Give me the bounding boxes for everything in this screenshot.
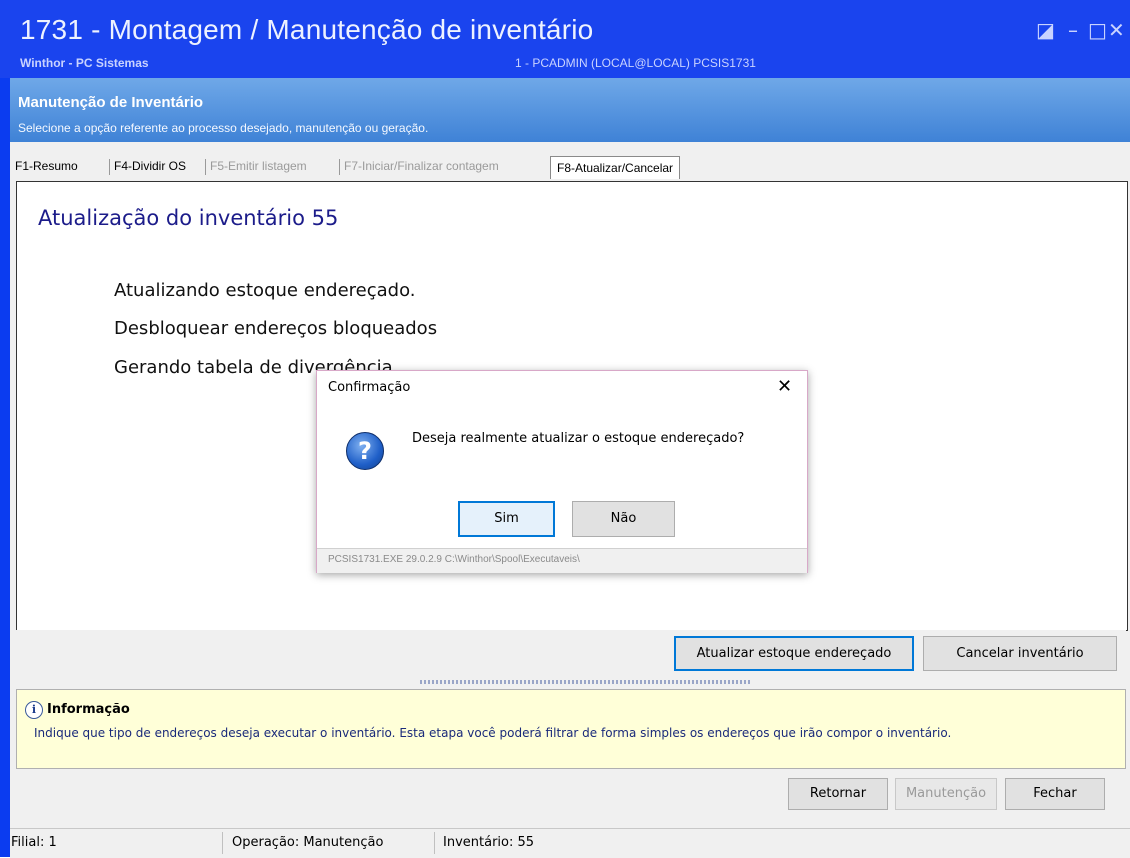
maintenance-button[interactable]: Manutenção	[895, 778, 997, 810]
section-title: Manutenção de Inventário	[18, 94, 204, 111]
close-button[interactable]: Fechar	[1005, 778, 1105, 810]
back-button[interactable]: Retornar	[788, 778, 888, 810]
info-box: i Informação Indique que tipo de endereç…	[16, 689, 1126, 769]
tab-strip: F1-Resumo F4-Dividir OS F5-Emitir listag…	[10, 156, 1130, 180]
info-icon: i	[25, 701, 43, 719]
status-bar: Filial: 1 Operação: Manutenção Inventári…	[10, 828, 1130, 858]
step-item: Desbloquear endereços bloqueados	[114, 318, 438, 339]
dialog-body: ? Deseja realmente atualizar o estoque e…	[317, 405, 807, 548]
step-item: Atualizando estoque endereçado.	[114, 280, 416, 301]
panel-title: Atualização do inventário 55	[38, 206, 339, 230]
action-bar: Atualizar estoque endereçado Cancelar in…	[16, 630, 1126, 676]
bottom-button-bar: Retornar Manutenção Fechar	[16, 770, 1126, 820]
dialog-title-bar[interactable]: Confirmação ✕	[317, 371, 807, 405]
window-title: 1731 - Montagem / Manutenção de inventár…	[20, 14, 594, 45]
confirmation-dialog: Confirmação ✕ ? Deseja realmente atualiz…	[316, 370, 808, 573]
info-text: Indique que tipo de endereços deseja exe…	[34, 726, 952, 740]
status-operation: Operação: Manutenção	[232, 835, 384, 850]
dialog-footer: PCSIS1731.EXE 29.0.2.9 C:\Winthor\Spool\…	[317, 548, 807, 573]
cancel-inventory-button[interactable]: Cancelar inventário	[923, 636, 1117, 671]
minimize-icon[interactable]: –	[1068, 18, 1078, 42]
status-inventory: Inventário: 55	[443, 835, 535, 850]
restore-icon[interactable]: ◪	[1036, 18, 1055, 42]
info-title: Informação	[47, 702, 130, 717]
no-button[interactable]: Não	[572, 501, 675, 537]
status-divider	[222, 832, 223, 854]
tab-emitir-listagem[interactable]: F5-Emitir listagem	[210, 159, 307, 173]
close-icon[interactable]: ✕	[1108, 18, 1125, 42]
dialog-title: Confirmação	[328, 380, 411, 395]
dialog-footer-text: PCSIS1731.EXE 29.0.2.9 C:\Winthor\Spool\…	[328, 554, 580, 565]
tab-divider	[339, 159, 340, 175]
dialog-close-icon[interactable]: ✕	[777, 376, 792, 397]
tab-resumo[interactable]: F1-Resumo	[15, 159, 78, 173]
tab-divider	[205, 159, 206, 175]
maximize-icon[interactable]: □	[1088, 18, 1107, 42]
session-info: 1 - PCADMIN (LOCAL@LOCAL) PCSIS1731	[515, 56, 756, 70]
tab-dividir-os[interactable]: F4-Dividir OS	[114, 159, 186, 173]
yes-button[interactable]: Sim	[458, 501, 555, 537]
question-icon: ?	[346, 432, 384, 470]
status-divider	[434, 832, 435, 854]
status-branch: Filial: 1	[11, 835, 57, 850]
splitter-handle[interactable]	[420, 680, 750, 684]
update-stock-button[interactable]: Atualizar estoque endereçado	[674, 636, 914, 671]
app-name: Winthor - PC Sistemas	[20, 56, 149, 70]
dialog-message: Deseja realmente atualizar o estoque end…	[412, 431, 745, 446]
tab-iniciar-finalizar[interactable]: F7-Iniciar/Finalizar contagem	[344, 159, 499, 173]
app-window: 1731 - Montagem / Manutenção de inventár…	[0, 0, 1130, 858]
section-header: Manutenção de Inventário Selecione a opç…	[10, 78, 1130, 142]
tab-atualizar-cancelar[interactable]: F8-Atualizar/Cancelar	[550, 156, 681, 179]
title-bar[interactable]: 1731 - Montagem / Manutenção de inventár…	[0, 0, 1130, 78]
section-subtitle: Selecione a opção referente ao processo …	[18, 121, 429, 135]
tab-divider	[109, 159, 110, 175]
